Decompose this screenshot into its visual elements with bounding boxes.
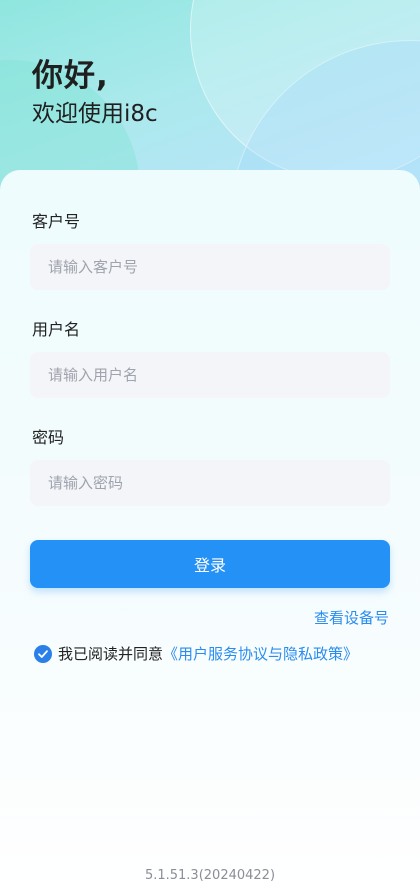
check-circle-icon[interactable]	[34, 644, 52, 663]
login-button[interactable]: 登录	[30, 540, 390, 588]
version-text: 5.1.51.3(20240422)	[144, 868, 276, 883]
username-input[interactable]	[30, 352, 390, 398]
view-device-id-link[interactable]: 查看设备号	[314, 607, 389, 628]
greeting-title: 你好,	[32, 58, 109, 94]
username-label: 用户名	[32, 320, 81, 339]
agreement-link[interactable]: 《用户服务协议与隐私政策》	[163, 643, 358, 664]
password-label: 密码	[32, 428, 65, 447]
customer-input[interactable]	[30, 244, 390, 290]
password-input[interactable]	[30, 460, 390, 506]
customer-label: 客户号	[32, 212, 81, 231]
agreement-row: 我已阅读并同意 《用户服务协议与隐私政策》	[34, 643, 358, 664]
checkmark-icon	[38, 649, 48, 658]
welcome-subtitle: 欢迎使用i8c	[32, 101, 158, 127]
agreement-text: 我已阅读并同意	[58, 645, 164, 663]
